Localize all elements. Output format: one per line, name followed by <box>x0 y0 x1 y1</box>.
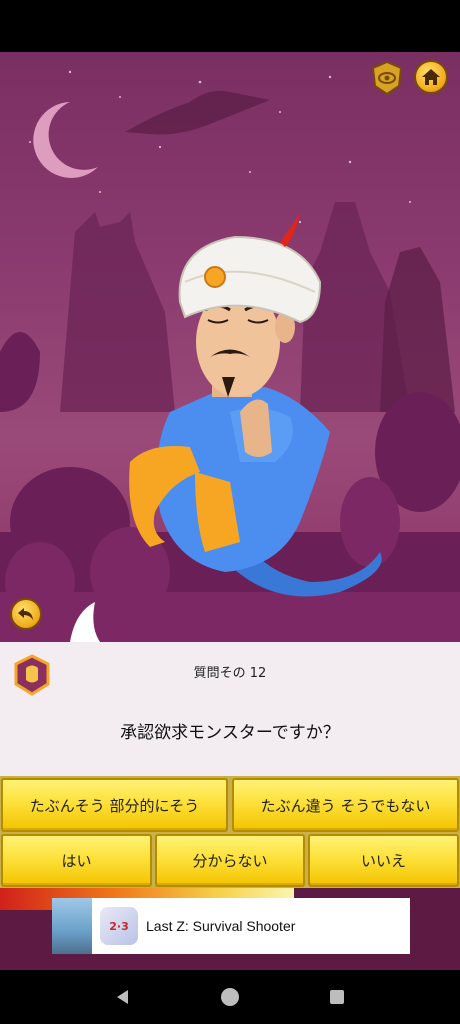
square-recents-icon <box>329 990 344 1004</box>
circle-home-icon <box>220 988 239 1006</box>
ad-app-logo: 2·3 <box>100 907 138 945</box>
moon-icon <box>33 102 98 178</box>
ad-image <box>52 898 92 954</box>
status-bar <box>0 0 460 52</box>
ad-banner[interactable]: 2·3 Last Z: Survival Shooter <box>52 898 410 954</box>
answer-yes-button[interactable]: はい <box>1 834 152 887</box>
home-button[interactable] <box>414 60 448 94</box>
triangle-back-icon <box>117 990 129 1004</box>
award-badge-button[interactable] <box>370 60 404 96</box>
question-text: 承認欲求モンスターですか？ <box>120 723 340 743</box>
genie-scene <box>0 52 460 642</box>
scene-illustration <box>0 70 460 642</box>
award-badge-icon <box>371 60 403 96</box>
question-number: 質問その 12 <box>193 666 267 681</box>
home-icon <box>422 69 440 85</box>
undo-button[interactable] <box>10 598 42 630</box>
answer-dont-know-button[interactable]: 分からない <box>155 834 305 887</box>
system-nav-bar <box>0 970 460 1024</box>
undo-arrow-icon <box>18 608 33 620</box>
answer-probably-not-button[interactable]: たぶん違う そうでもない <box>232 778 459 832</box>
nav-back-button[interactable] <box>111 985 135 1009</box>
answer-probably-button[interactable]: たぶんそう 部分的にそう <box>1 778 228 832</box>
nav-home-button[interactable] <box>218 985 242 1009</box>
ad-title: Last Z: Survival Shooter <box>146 918 296 934</box>
answer-no-button[interactable]: いいえ <box>308 834 459 887</box>
nav-recents-button[interactable] <box>325 985 349 1009</box>
